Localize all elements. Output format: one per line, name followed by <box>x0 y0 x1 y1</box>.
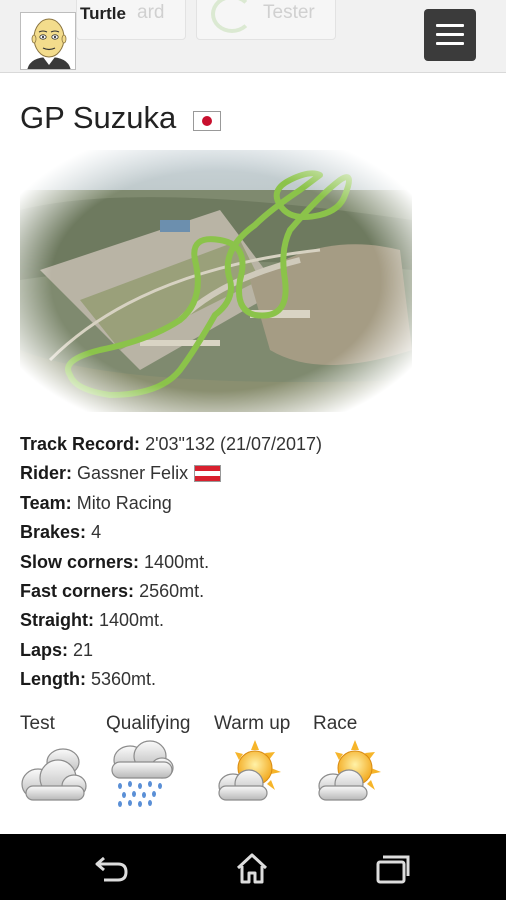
slow-corners-value: 1400mt. <box>144 551 210 572</box>
fast-corners-label: Fast corners: <box>20 580 135 601</box>
partly-sunny-icon <box>318 740 381 801</box>
rain-icon <box>111 740 174 807</box>
rider-row: Rider: Gassner Felix <box>20 462 490 491</box>
laps-row: Laps: 21 <box>20 639 490 668</box>
team-value: Mito Racing <box>76 492 172 513</box>
cloudy-icon <box>21 748 87 801</box>
austria-flag-icon <box>194 465 222 483</box>
fast-corners-row: Fast corners: 2560mt. <box>20 580 490 609</box>
rider-label: Rider: <box>20 463 73 484</box>
app-top-bar: ard Tester Turtle <box>0 0 506 73</box>
recent-apps-icon[interactable] <box>372 852 412 884</box>
username: Turtle <box>80 4 126 23</box>
home-icon[interactable] <box>232 852 272 884</box>
hamburger-menu-icon <box>436 33 464 36</box>
straight-value: 1400mt. <box>99 610 165 631</box>
hamburger-menu-icon <box>436 42 464 45</box>
japan-flag-icon <box>193 111 221 131</box>
laps-label: Laps: <box>20 639 69 660</box>
weather-session-test: Test <box>20 713 55 734</box>
slow-corners-row: Slow corners: 1400mt. <box>20 551 490 580</box>
length-label: Length: <box>20 669 86 690</box>
team-label: Team: <box>20 492 72 513</box>
menu-button[interactable] <box>424 9 476 61</box>
length-row: Length: 5360mt. <box>20 668 490 697</box>
ghost-tab-label: Tester <box>263 2 315 23</box>
page-title: GP Suzuka <box>20 100 177 135</box>
track-aerial-image <box>20 150 412 412</box>
ghost-tab-tester: Tester <box>196 0 336 40</box>
track-record-label: Track Record: <box>20 434 141 454</box>
avatar[interactable] <box>20 12 76 70</box>
length-value: 5360mt. <box>91 669 157 690</box>
brakes-value: 4 <box>91 522 102 543</box>
weather-session-qualifying: Qualifying <box>106 713 191 734</box>
straight-row: Straight: 1400mt. <box>20 609 490 638</box>
back-icon[interactable] <box>92 852 132 884</box>
rider-value: Gassner Felix <box>77 463 189 484</box>
track-record-row: Track Record: 2'03"132 (21/07/2017) <box>20 433 490 462</box>
hamburger-menu-icon <box>436 24 464 27</box>
refresh-icon <box>211 0 253 33</box>
partly-sunny-icon <box>218 740 281 801</box>
avatar-face-icon <box>21 13 75 69</box>
system-navigation-bar <box>0 834 506 900</box>
weather-session-race: Race <box>313 713 358 734</box>
brakes-row: Brakes: 4 <box>20 521 490 550</box>
ghost-tab-label: ard <box>137 2 165 23</box>
fast-corners-value: 2560mt. <box>139 580 205 601</box>
laps-value: 21 <box>73 639 94 660</box>
circuit-details: Track Record: 2'03"132 (21/07/2017) Ride… <box>20 433 490 698</box>
slow-corners-label: Slow corners: <box>20 551 140 572</box>
track-record-value: 2'03"132 (21/07/2017) <box>145 434 323 454</box>
straight-label: Straight: <box>20 610 94 631</box>
weather-session-warmup: Warm up <box>214 713 291 734</box>
brakes-label: Brakes: <box>20 522 87 543</box>
team-row: Team: Mito Racing <box>20 492 490 521</box>
